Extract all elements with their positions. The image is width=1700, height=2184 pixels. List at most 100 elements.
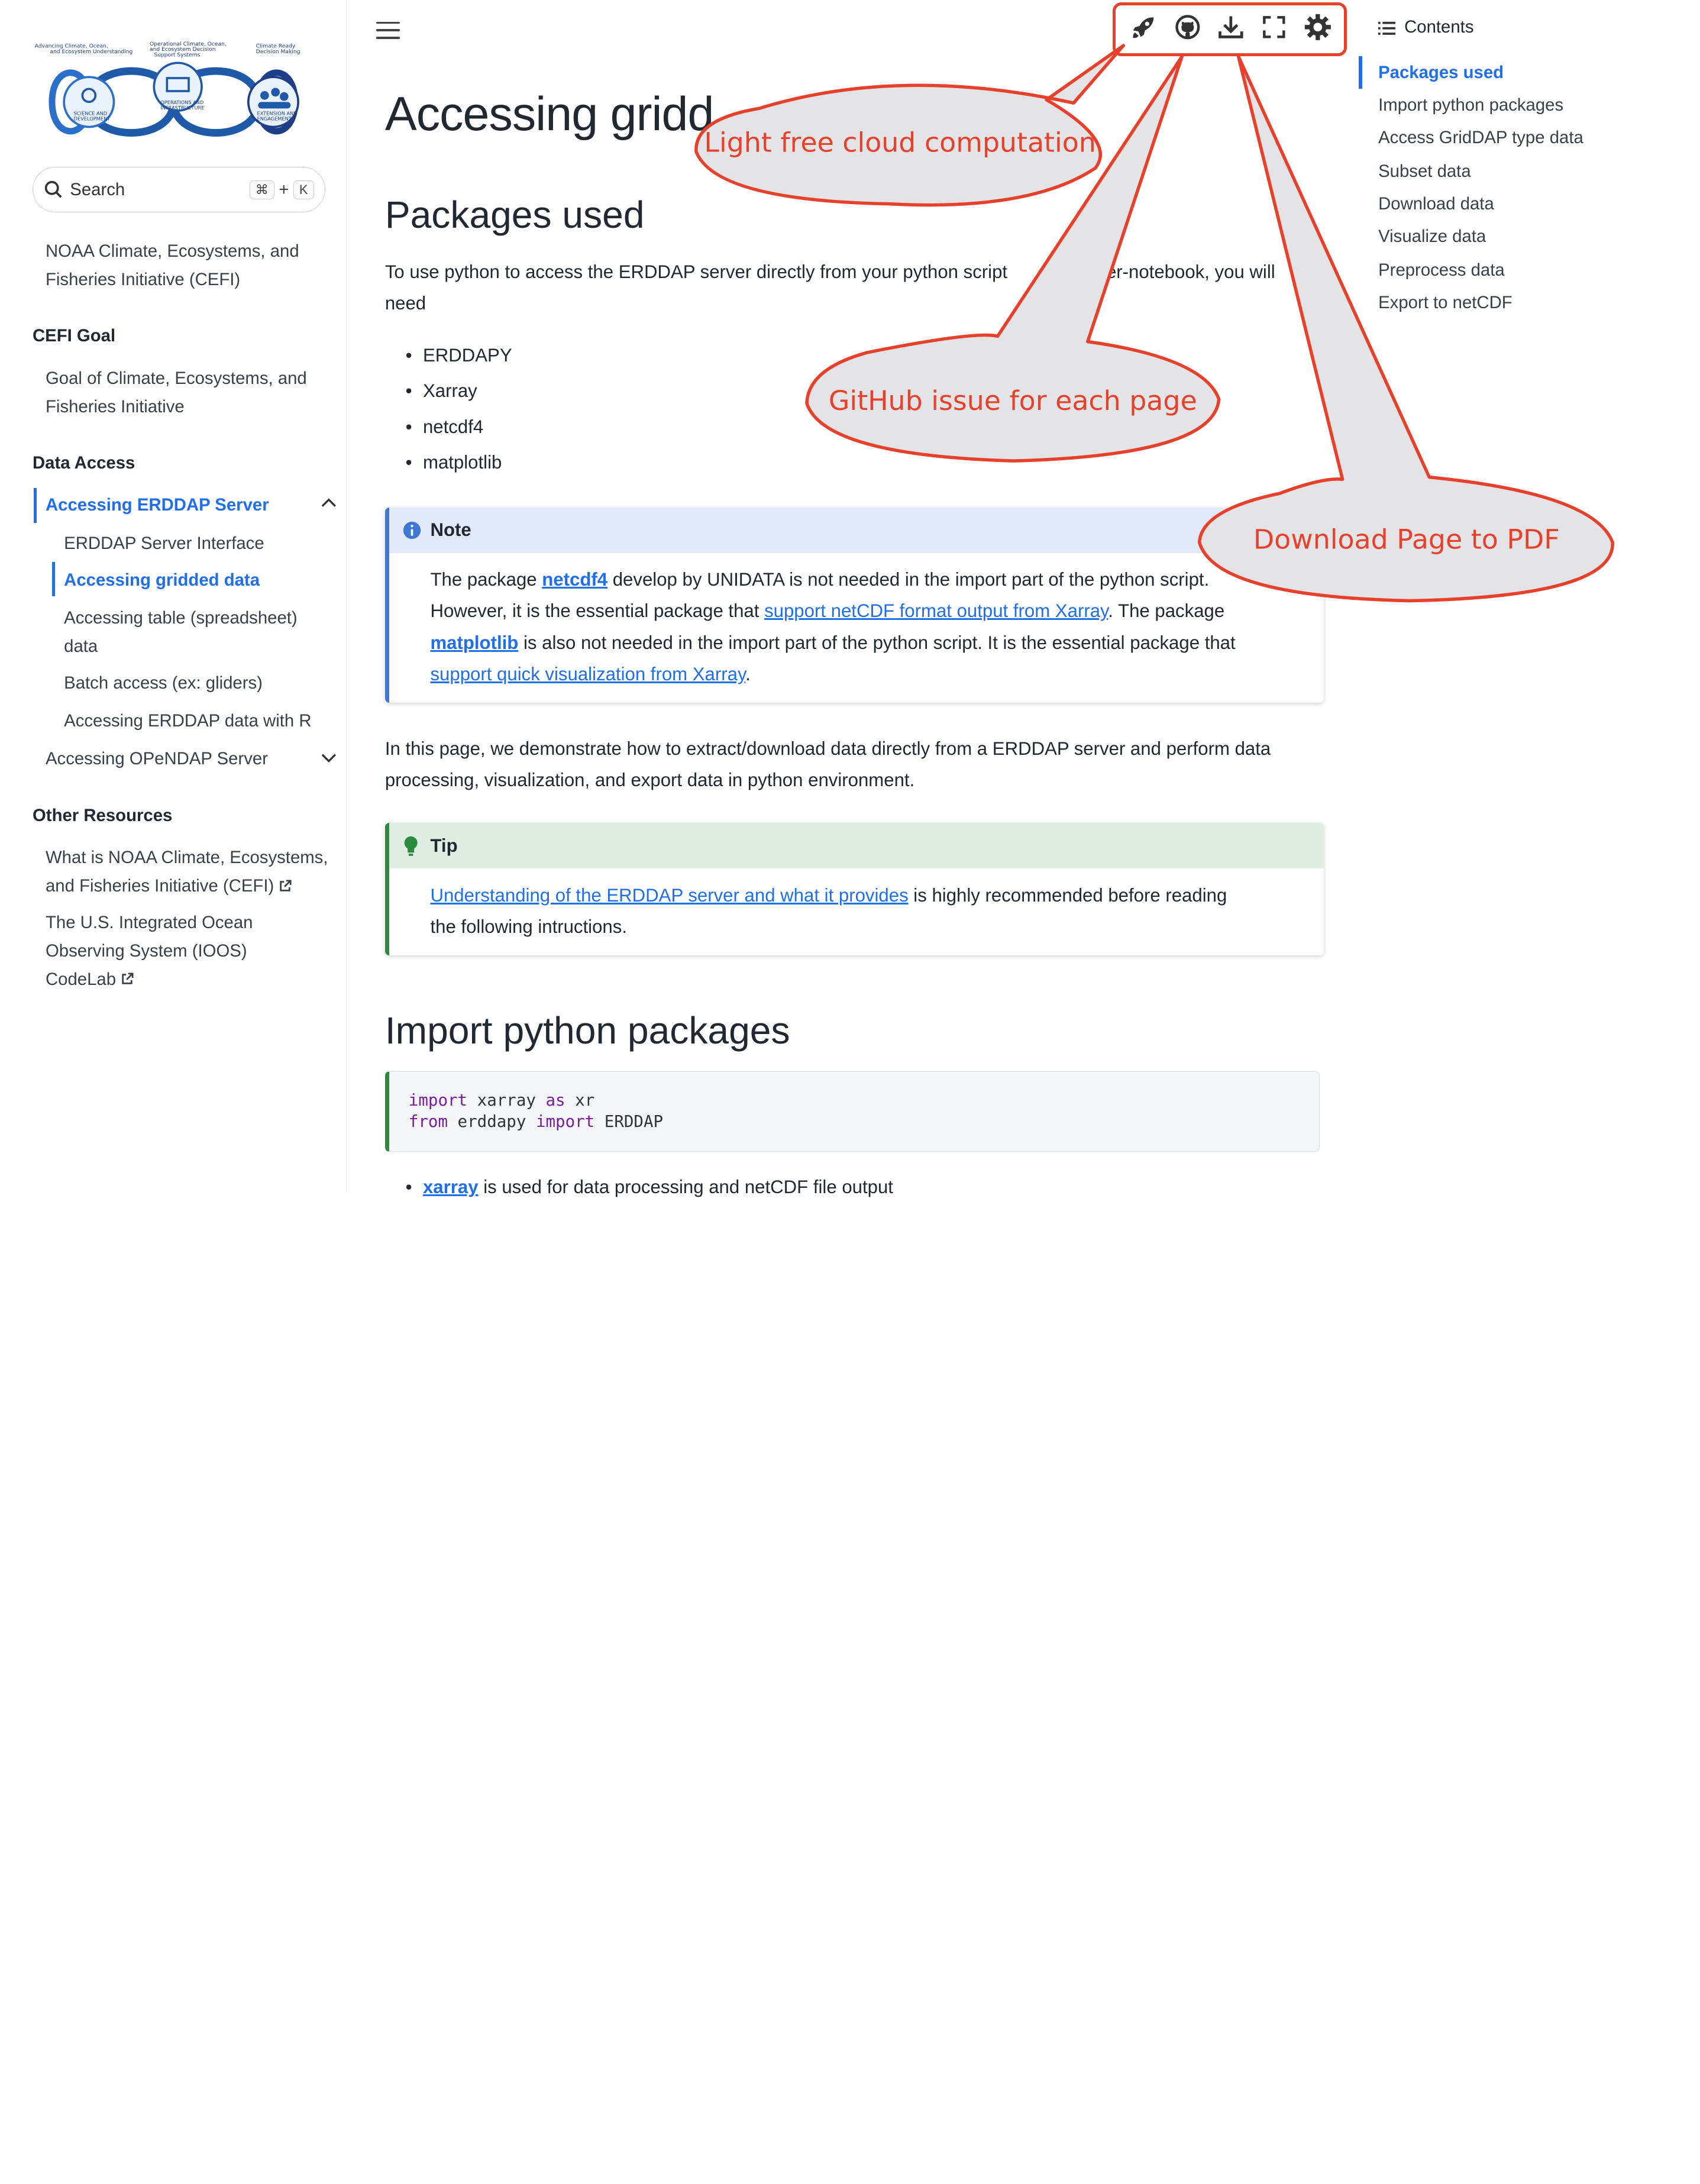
code-keyword: import xyxy=(535,1112,595,1132)
nav-group-erddap[interactable]: Accessing ERDDAP Server xyxy=(46,491,269,519)
nav-link-what-is-cefi-line2: and Fisheries Initiative (CEFI) xyxy=(45,875,274,896)
tip-body: Understanding of the ERDDAP server and w… xyxy=(389,868,1324,955)
note-text: The package xyxy=(430,569,542,590)
demo-intro-paragraph: In this page, we demonstrate how to extr… xyxy=(385,733,1339,796)
note-body: The package netcdf4 develop by UNIDATA i… xyxy=(389,553,1324,703)
toc-item-subset-data[interactable]: Subset data xyxy=(1378,161,1471,182)
nav-link-table-line1: Accessing table (spreadsheet) xyxy=(64,608,298,628)
nav-link-erddap-interface[interactable]: ERDDAP Server Interface xyxy=(64,529,264,558)
nav-link-cefi-line2: Fisheries Initiative (CEFI) xyxy=(45,270,241,290)
chevron-up-icon[interactable] xyxy=(321,497,337,508)
packages-intro-text-a: To use python to access the ERDDAP serve… xyxy=(384,261,1008,282)
packages-intro-text-c: need xyxy=(384,292,426,314)
note-admonition: Note The package netcdf4 develop by UNID… xyxy=(384,507,1324,703)
demo-intro-line1: In this page, we demonstrate how to extr… xyxy=(384,738,1271,760)
code-block[interactable]: import xarray as xr from erddapy import … xyxy=(384,1071,1320,1152)
toc-active-indicator xyxy=(1359,56,1362,89)
svg-text:ENGAGEMENT: ENGAGEMENT xyxy=(257,115,292,121)
code-text: xarray xyxy=(467,1090,546,1110)
nav-link-goal-line1: Goal of Climate, Ecosystems, and xyxy=(45,368,307,388)
toc-item-export-netcdf[interactable]: Export to netCDF xyxy=(1378,293,1512,313)
svg-text:and Ecosystem Understanding: and Ecosystem Understanding xyxy=(50,49,132,55)
note-title: Note xyxy=(430,519,471,541)
link-matplotlib[interactable]: matplotlib xyxy=(430,632,518,653)
link-quick-visualization[interactable]: support quick visualization from Xarray xyxy=(430,664,745,684)
nav-section-other-resources: Other Resources xyxy=(32,805,173,825)
nav-link-cefi-line1: NOAA Climate, Ecosystems, and xyxy=(45,241,299,261)
nav-section-data-access: Data Access xyxy=(32,453,135,473)
link-netcdf4[interactable]: netcdf4 xyxy=(542,569,607,590)
tip-text: the following intructions. xyxy=(430,916,627,937)
list-item-text: is used for data processing and netCDF f… xyxy=(478,1177,893,1198)
nav-link-what-is-cefi-line1: What is NOAA Climate, Ecosystems, xyxy=(45,848,328,868)
code-text: xr xyxy=(565,1090,595,1110)
nav-link-table-line2: data xyxy=(64,636,98,656)
nav-link-ioos-line2: Observing System (IOOS) xyxy=(45,941,247,961)
nav-link-cefi[interactable]: NOAA Climate, Ecosystems, and Fisheries … xyxy=(46,237,299,293)
shortcut-plus: + xyxy=(279,179,289,199)
tip-title: Tip xyxy=(430,835,458,856)
toc-item-packages-used[interactable]: Packages used xyxy=(1378,63,1504,83)
nav-link-ioos-line3: CodeLab xyxy=(45,969,117,989)
external-link-icon xyxy=(280,880,292,891)
tip-admonition: Tip Understanding of the ERDDAP server a… xyxy=(384,823,1324,956)
code-keyword: import xyxy=(408,1090,468,1110)
tip-text: is highly recommended before reading xyxy=(908,884,1227,906)
page-title: Accessing gridd xyxy=(384,87,715,141)
list-item: Xarray xyxy=(406,380,477,402)
list-item: ERDDAPY xyxy=(406,345,512,366)
callout-github-text: GitHub issue for each page xyxy=(829,385,1197,416)
shortcut-key-cmd: ⌘ xyxy=(249,180,274,199)
nav-link-ioos-codelab[interactable]: The U.S. Integrated Ocean Observing Syst… xyxy=(46,909,253,993)
svg-text:Support Systems: Support Systems xyxy=(154,51,200,58)
cefi-logo[interactable]: Advancing Climate, Ocean, and Ecosystem … xyxy=(33,39,315,147)
search-icon xyxy=(45,181,62,198)
nav-link-goal[interactable]: Goal of Climate, Ecosystems, and Fisheri… xyxy=(46,364,307,421)
external-link-icon xyxy=(122,973,134,985)
note-text: develop by UNIDATA is not needed in the … xyxy=(607,569,1210,590)
link-netcdf-output[interactable]: support netCDF format output from Xarray xyxy=(764,600,1108,621)
nav-link-gridded-data[interactable]: Accessing gridded data xyxy=(64,566,260,595)
packages-intro-text-b: er-notebook, you will xyxy=(1106,261,1275,282)
code-text: ERDDAP xyxy=(594,1112,664,1132)
nav-section-cefi-goal: CEFI Goal xyxy=(32,326,116,346)
link-xarray[interactable]: xarray xyxy=(423,1177,479,1197)
info-icon xyxy=(403,521,421,539)
callout-bubble-launch xyxy=(694,44,1126,207)
svg-text:Decision Making: Decision Making xyxy=(256,49,300,55)
search-label: Search xyxy=(70,179,125,199)
list-item: matplotlib xyxy=(406,452,502,473)
code-keyword: as xyxy=(545,1090,565,1110)
toc-item-preprocess-data[interactable]: Preprocess data xyxy=(1378,260,1505,280)
left-sidebar: Advancing Climate, Ocean, and Ecosystem … xyxy=(0,0,347,1192)
nav-link-erddap-r[interactable]: Accessing ERDDAP data with R xyxy=(64,707,311,735)
nav-link-goal-line2: Fisheries Initiative xyxy=(45,396,185,416)
nav-link-batch-access[interactable]: Batch access (ex: gliders) xyxy=(64,669,263,697)
list-icon xyxy=(1378,21,1396,35)
menu-toggle-button[interactable] xyxy=(376,16,400,44)
note-text: is also not needed in the import part of… xyxy=(518,632,1236,653)
note-text: . xyxy=(745,663,751,684)
nav-active-indicator-group xyxy=(33,487,37,523)
callout-launch-text: Light free cloud computation xyxy=(704,127,1095,159)
svg-text:DEVELOPMENT: DEVELOPMENT xyxy=(74,115,111,121)
toc-item-visualize-data[interactable]: Visualize data xyxy=(1378,227,1486,247)
chevron-down-icon[interactable] xyxy=(321,752,337,763)
toc-item-access-griddap[interactable]: Access GridDAP type data xyxy=(1378,128,1583,148)
search-button[interactable]: Search ⌘ + K xyxy=(32,167,325,213)
nav-group-opendap[interactable]: Accessing OPeNDAP Server xyxy=(46,745,268,773)
heading-packages-used: Packages used xyxy=(384,193,645,237)
nav-link-table-data[interactable]: Accessing table (spreadsheet) data xyxy=(64,604,298,660)
toc-item-download-data[interactable]: Download data xyxy=(1378,194,1494,214)
nav-link-what-is-cefi[interactable]: What is NOAA Climate, Ecosystems, and Fi… xyxy=(46,844,328,900)
note-header: Note xyxy=(389,507,1324,553)
lightbulb-icon xyxy=(404,836,418,856)
code-keyword: from xyxy=(408,1112,448,1132)
tip-header: Tip xyxy=(389,823,1324,869)
list-item: netcdf4 xyxy=(406,416,483,438)
toolbar-highlight-box xyxy=(1112,2,1347,57)
link-understanding-erddap[interactable]: Understanding of the ERDDAP server and w… xyxy=(430,885,908,906)
toc-item-import-packages[interactable]: Import python packages xyxy=(1378,95,1563,115)
svg-text:INFRASTRUCTURE: INFRASTRUCTURE xyxy=(160,105,204,111)
heading-import-packages: Import python packages xyxy=(384,1009,790,1052)
